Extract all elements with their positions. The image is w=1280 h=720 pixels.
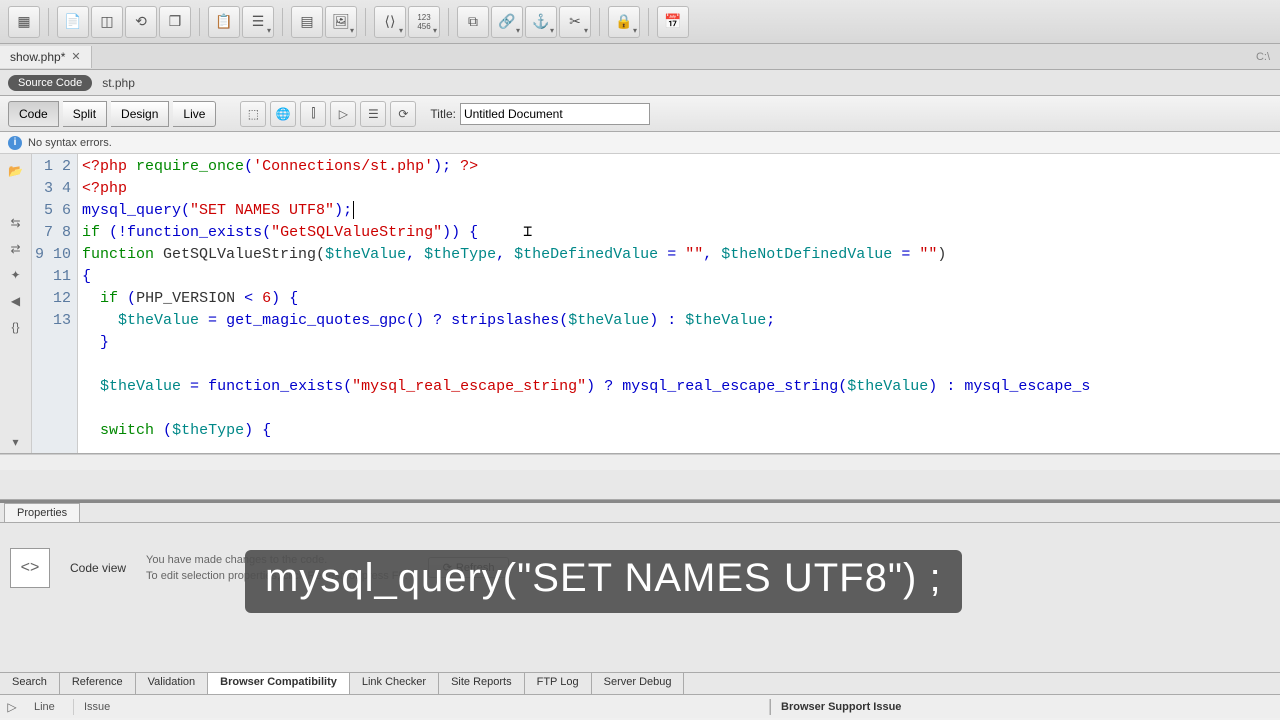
line-number-gutter: 1 2 3 4 5 6 7 8 9 10 11 12 13 <box>32 154 78 453</box>
video-caption-overlay: mysql_query("SET NAMES UTF8") ; <box>245 550 962 613</box>
globe-icon[interactable]: 🌐 <box>270 101 296 127</box>
spacer-icon <box>5 186 27 208</box>
doc-back-icon[interactable]: ◫ <box>91 6 123 38</box>
results-tab-search[interactable]: Search <box>0 673 60 694</box>
view-design-button[interactable]: Design <box>111 101 169 127</box>
refresh-icon[interactable]: ⟳ <box>390 101 416 127</box>
layout-icon[interactable]: ▦ <box>8 6 40 38</box>
play-small-icon[interactable]: ▷ <box>0 700 24 714</box>
anchor-icon[interactable]: ⚓ <box>525 6 557 38</box>
doc-stack-icon[interactable]: ❒ <box>159 6 191 38</box>
view-live-button[interactable]: Live <box>173 101 216 127</box>
results-tab-bar: SearchReferenceValidationBrowser Compati… <box>0 672 1280 694</box>
results-col-issue: Issue <box>74 699 770 715</box>
expand-icon[interactable]: ⇄ <box>5 238 27 260</box>
collapse-panel-icon[interactable]: ▾ <box>5 431 27 453</box>
results-tab-link-checker[interactable]: Link Checker <box>350 673 439 694</box>
braces-icon[interactable]: {} <box>5 316 27 338</box>
results-tab-validation[interactable]: Validation <box>136 673 209 694</box>
horizontal-scrollbar[interactable] <box>0 454 1280 470</box>
title-label: Title: <box>430 107 456 121</box>
image-icon[interactable]: 🖼 <box>325 6 357 38</box>
results-tab-browser-compatibility[interactable]: Browser Compatibility <box>208 673 350 694</box>
file-path: C:\ <box>1256 51 1280 63</box>
new-doc-icon[interactable]: 📄 <box>57 6 89 38</box>
wand-icon[interactable]: ✦ <box>5 264 27 286</box>
results-tab-site-reports[interactable]: Site Reports <box>439 673 525 694</box>
results-tab-reference[interactable]: Reference <box>60 673 136 694</box>
code-content[interactable]: <?php require_once('Connections/st.php')… <box>78 154 1280 453</box>
results-header: ▷ Line Issue Browser Support Issue <box>0 694 1280 718</box>
info-icon: i <box>8 136 22 150</box>
code-view-icon: <> <box>10 548 50 588</box>
clipboard-icon[interactable]: 📋 <box>208 6 240 38</box>
properties-mode-label: Code view <box>70 561 126 575</box>
options-icon[interactable]: ☰ <box>360 101 386 127</box>
php-icon[interactable]: ⟨⟩ <box>374 6 406 38</box>
balance-icon[interactable]: ◀ <box>5 290 27 312</box>
status-message: No syntax errors. <box>28 137 112 149</box>
grid-icon[interactable]: ▤ <box>291 6 323 38</box>
cut-link-icon[interactable]: ✂ <box>559 6 591 38</box>
view-split-button[interactable]: Split <box>63 101 107 127</box>
open-file-icon[interactable]: 📂 <box>5 160 27 182</box>
browser-support-header: Browser Support Issue <box>770 699 1280 715</box>
results-col-line: Line <box>24 699 74 715</box>
results-tab-ftp-log[interactable]: FTP Log <box>525 673 592 694</box>
file-tab-bar: show.php* ✕ C:\ <box>0 44 1280 70</box>
calendar-icon[interactable]: 📅 <box>657 6 689 38</box>
copy-icon[interactable]: ⧉ <box>457 6 489 38</box>
numbers-icon[interactable]: 123456 <box>408 6 440 38</box>
list-icon[interactable]: ☰ <box>242 6 274 38</box>
file-tab-name: show.php* <box>10 50 65 64</box>
related-files-bar: Source Code st.php <box>0 70 1280 96</box>
code-editor: 📂 ⇆ ⇄ ✦ ◀ {} ▾ 1 2 3 4 5 6 7 8 9 10 11 1… <box>0 154 1280 454</box>
close-icon[interactable]: ✕ <box>71 50 80 63</box>
related-file-link[interactable]: st.php <box>102 76 135 90</box>
play-icon[interactable]: ▷ <box>330 101 356 127</box>
syntax-status-bar: i No syntax errors. <box>0 132 1280 154</box>
main-toolbar: ▦ 📄 ◫ ⟲ ❒ 📋 ☰ ▤ 🖼 ⟨⟩ 123456 ⧉ 🔗 ⚓ ✂ 🔒 📅 <box>0 0 1280 44</box>
document-toolbar: Code Split Design Live ⬚ 🌐 ⫿ ▷ ☰ ⟳ Title… <box>0 96 1280 132</box>
file-tab[interactable]: show.php* ✕ <box>0 46 92 68</box>
title-input[interactable] <box>460 103 650 125</box>
collapse-icon[interactable]: ⇆ <box>5 212 27 234</box>
link-icon[interactable]: 🔗 <box>491 6 523 38</box>
source-code-pill[interactable]: Source Code <box>8 75 92 91</box>
doc-reload-icon[interactable]: ⟲ <box>125 6 157 38</box>
code-vertical-toolbar: 📂 ⇆ ⇄ ✦ ◀ {} ▾ <box>0 154 32 453</box>
inspect-icon[interactable]: ⫿ <box>300 101 326 127</box>
view-code-button[interactable]: Code <box>8 101 59 127</box>
live-view-icon[interactable]: ⬚ <box>240 101 266 127</box>
lock-icon[interactable]: 🔒 <box>608 6 640 38</box>
properties-tab[interactable]: Properties <box>4 503 80 522</box>
results-tab-server-debug[interactable]: Server Debug <box>592 673 685 694</box>
